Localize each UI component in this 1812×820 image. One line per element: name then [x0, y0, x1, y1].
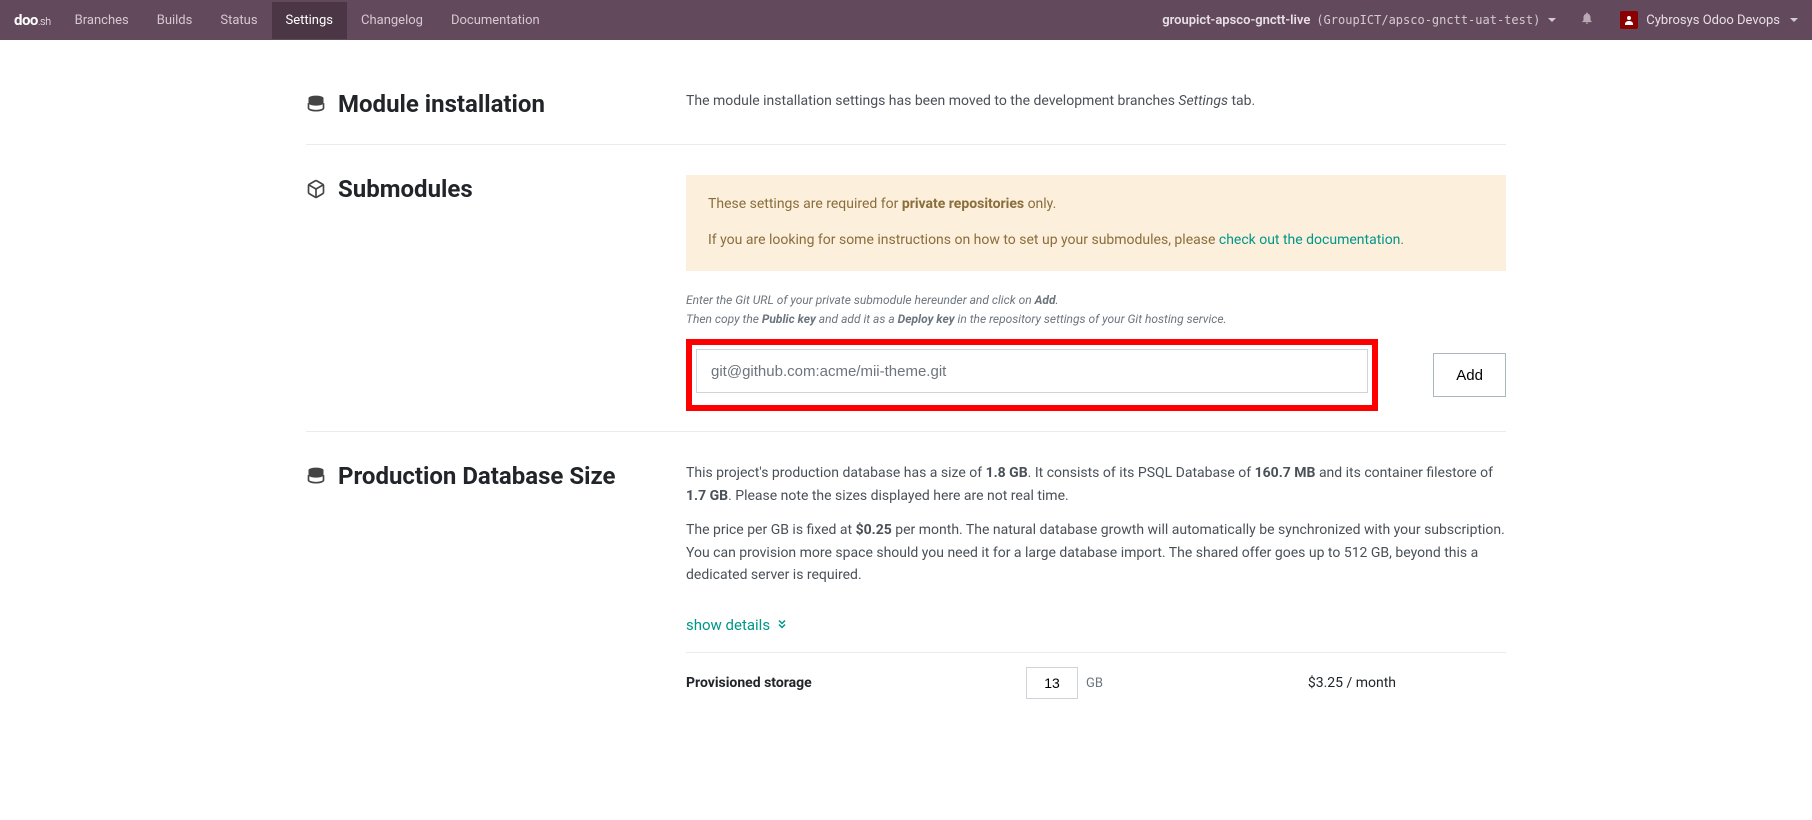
- section-module-installation: Module installation The module installat…: [306, 60, 1506, 145]
- storage-price: $3.25 / month: [1103, 675, 1506, 691]
- nav-builds[interactable]: Builds: [143, 2, 207, 39]
- caret-down-icon: [1790, 18, 1798, 22]
- warning-box: These settings are required for private …: [686, 175, 1506, 271]
- caret-down-icon: [1548, 18, 1556, 22]
- user-menu[interactable]: Cybrosys Odoo Devops: [1610, 11, 1808, 29]
- git-url-input[interactable]: [696, 349, 1368, 393]
- database-icon: [306, 466, 326, 490]
- db-size-paragraph-2: The price per GB is fixed at $0.25 per m…: [686, 519, 1506, 586]
- project-name-bold: groupict-apsco-gnctt-live: [1162, 13, 1310, 28]
- nav-status[interactable]: Status: [206, 2, 271, 39]
- package-icon: [306, 179, 326, 203]
- brand-main: doo: [14, 11, 38, 29]
- module-installation-title: Module installation: [338, 90, 545, 118]
- submodules-title: Submodules: [338, 175, 473, 203]
- storage-input[interactable]: [1026, 667, 1078, 699]
- chevron-double-down-icon: [776, 616, 788, 634]
- gb-label: GB: [1086, 676, 1103, 691]
- avatar: [1620, 11, 1638, 29]
- nav-documentation[interactable]: Documentation: [437, 2, 554, 39]
- section-db-size: Production Database Size This project's …: [306, 432, 1506, 733]
- highlighted-input-box: [686, 339, 1378, 411]
- database-icon: [306, 94, 326, 118]
- documentation-link[interactable]: check out the documentation: [1219, 232, 1401, 248]
- show-details-link[interactable]: show details: [686, 616, 788, 634]
- project-selector[interactable]: groupict-apsco-gnctt-live (GroupICT/apsc…: [1154, 13, 1564, 28]
- user-name-label: Cybrosys Odoo Devops: [1646, 13, 1780, 28]
- db-size-title: Production Database Size: [338, 462, 615, 490]
- nav-changelog[interactable]: Changelog: [347, 2, 437, 39]
- nav-branches[interactable]: Branches: [61, 2, 143, 39]
- brand-logo[interactable]: doo.sh: [4, 11, 61, 29]
- project-name-mono: (GroupICT/apsco-gnctt-uat-test): [1316, 13, 1540, 27]
- storage-label: Provisioned storage: [686, 675, 1026, 691]
- top-navbar: doo.sh Branches Builds Status Settings C…: [0, 0, 1812, 40]
- section-submodules: Submodules These settings are required f…: [306, 145, 1506, 432]
- bell-icon[interactable]: [1564, 11, 1610, 29]
- help-text: Enter the Git URL of your private submod…: [686, 291, 1506, 329]
- brand-suffix: .sh: [38, 15, 51, 28]
- add-button[interactable]: Add: [1433, 353, 1506, 397]
- nav-settings[interactable]: Settings: [272, 2, 347, 39]
- db-size-paragraph-1: This project's production database has a…: [686, 462, 1506, 507]
- storage-row: Provisioned storage GB $3.25 / month: [686, 652, 1506, 713]
- module-installation-desc: The module installation settings has bee…: [686, 90, 1506, 112]
